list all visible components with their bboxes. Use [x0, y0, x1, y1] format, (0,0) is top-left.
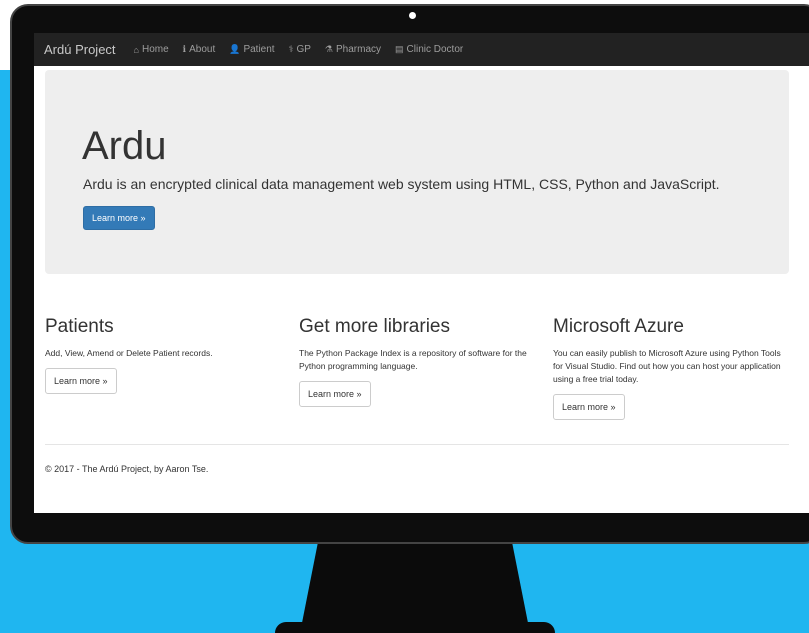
nav-item-label: Home — [141, 44, 169, 55]
nav-item-label: Patient — [243, 44, 275, 55]
monitor-stand — [300, 540, 530, 633]
column-text: The Python Package Index is a repository… — [299, 348, 527, 371]
nav-item-pharmacy[interactable]: ⚗ Pharmacy — [325, 44, 381, 55]
column-azure: Microsoft Azure You can easily publish t… — [553, 315, 793, 420]
column-libraries: Get more libraries The Python Package In… — [299, 315, 539, 407]
home-icon: ⌂ — [133, 44, 139, 55]
nav-item-label: Pharmacy — [336, 44, 382, 55]
nav-item-label: GP — [296, 44, 311, 55]
brand-link[interactable]: Ardú Project — [44, 42, 116, 57]
nav-item-label: About — [189, 44, 216, 55]
nav-item-about[interactable]: ℹ About — [183, 44, 216, 55]
nav-item-gp[interactable]: ⚕ GP — [289, 44, 311, 55]
jumbotron: Ardu Ardu is an encrypted clinical data … — [45, 70, 789, 274]
column-text: You can easily publish to Microsoft Azur… — [553, 348, 781, 384]
info-icon: ℹ — [182, 44, 187, 54]
page-title: Ardu — [82, 124, 167, 168]
doctor-icon: ⚕ — [288, 44, 294, 54]
nav-item-clinic-doctor[interactable]: ▤ Clinic Doctor — [395, 44, 463, 55]
libraries-learn-more-button[interactable]: Learn more » — [299, 381, 371, 407]
monitor-screen: Ardú Project ⌂ Home ℹ About 👤 Patient ⚕ … — [34, 33, 809, 513]
top-navbar: Ardú Project ⌂ Home ℹ About 👤 Patient ⚕ … — [34, 33, 809, 66]
column-text: Add, View, Amend or Delete Patient recor… — [45, 348, 213, 358]
footer-text: © 2017 - The Ardú Project, by Aaron Tse. — [45, 464, 209, 474]
lead-text: Ardu is an encrypted clinical data manag… — [83, 176, 720, 192]
column-patients: Patients Add, View, Amend or Delete Pati… — [45, 315, 285, 394]
flask-icon: ⚗ — [324, 44, 333, 54]
patients-learn-more-button[interactable]: Learn more » — [45, 368, 117, 394]
user-icon: 👤 — [229, 44, 241, 54]
nav-item-home[interactable]: ⌂ Home — [134, 44, 169, 55]
nav-item-patient[interactable]: 👤 Patient — [229, 44, 274, 55]
column-title: Microsoft Azure — [553, 316, 684, 337]
column-title: Get more libraries — [299, 316, 450, 337]
azure-learn-more-button[interactable]: Learn more » — [553, 394, 625, 420]
column-title: Patients — [45, 316, 114, 337]
nav-item-label: Clinic Doctor — [406, 44, 464, 55]
footer-divider — [45, 444, 789, 445]
id-card-icon: ▤ — [395, 44, 404, 54]
camera-dot — [409, 12, 416, 19]
monitor-base — [275, 622, 555, 633]
learn-more-button[interactable]: Learn more » — [83, 206, 155, 230]
